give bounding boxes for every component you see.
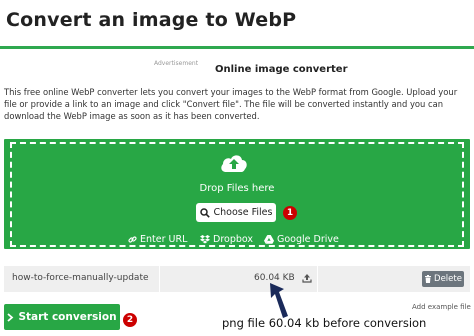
start-conversion-label: Start conversion — [18, 311, 117, 323]
step-badge-1: 1 — [283, 206, 297, 220]
file-row-divider — [159, 266, 160, 292]
step-badge-2: 2 — [123, 313, 137, 327]
choose-files-button[interactable]: Choose Files — [196, 203, 276, 222]
add-example-file-link[interactable]: Add example file — [412, 303, 471, 311]
link-icon — [128, 235, 137, 243]
arrow-pointer-icon — [270, 283, 288, 318]
title-bar: Convert an image to WebP — [0, 0, 474, 49]
start-conversion-button[interactable]: Start conversion — [4, 304, 120, 330]
cloud-upload-icon — [221, 155, 247, 172]
dropbox-link[interactable]: Dropbox — [200, 232, 253, 246]
search-icon — [199, 207, 210, 218]
intro-text: This free online WebP converter lets you… — [4, 87, 458, 122]
google-drive-icon — [264, 234, 274, 244]
file-name: how-to-force-manually-update — [12, 273, 149, 283]
delete-file-button[interactable]: Delete — [422, 271, 464, 287]
drop-files-text: Drop Files here — [199, 183, 275, 194]
advertisement-label: Advertisement — [154, 60, 199, 67]
dropbox-icon — [200, 234, 210, 243]
chevron-right-icon — [7, 312, 14, 322]
enter-url-link[interactable]: Enter URL — [128, 232, 187, 246]
dropbox-label: Dropbox — [213, 233, 254, 245]
file-row-divider — [317, 266, 318, 292]
page-title: Convert an image to WebP — [6, 9, 297, 31]
trash-icon — [425, 275, 432, 283]
google-drive-link[interactable]: Google Drive — [264, 232, 339, 246]
delete-label: Delete — [434, 274, 462, 284]
section-heading: Online image converter — [215, 64, 348, 75]
upload-icon — [302, 274, 312, 283]
annotation-caption: png file 60.04 kb before conversion — [222, 316, 427, 330]
choose-files-label: Choose Files — [213, 207, 273, 218]
enter-url-label: Enter URL — [140, 233, 188, 245]
file-row: how-to-force-manually-update 60.04 KB — [4, 266, 470, 292]
google-drive-label: Google Drive — [277, 233, 339, 245]
